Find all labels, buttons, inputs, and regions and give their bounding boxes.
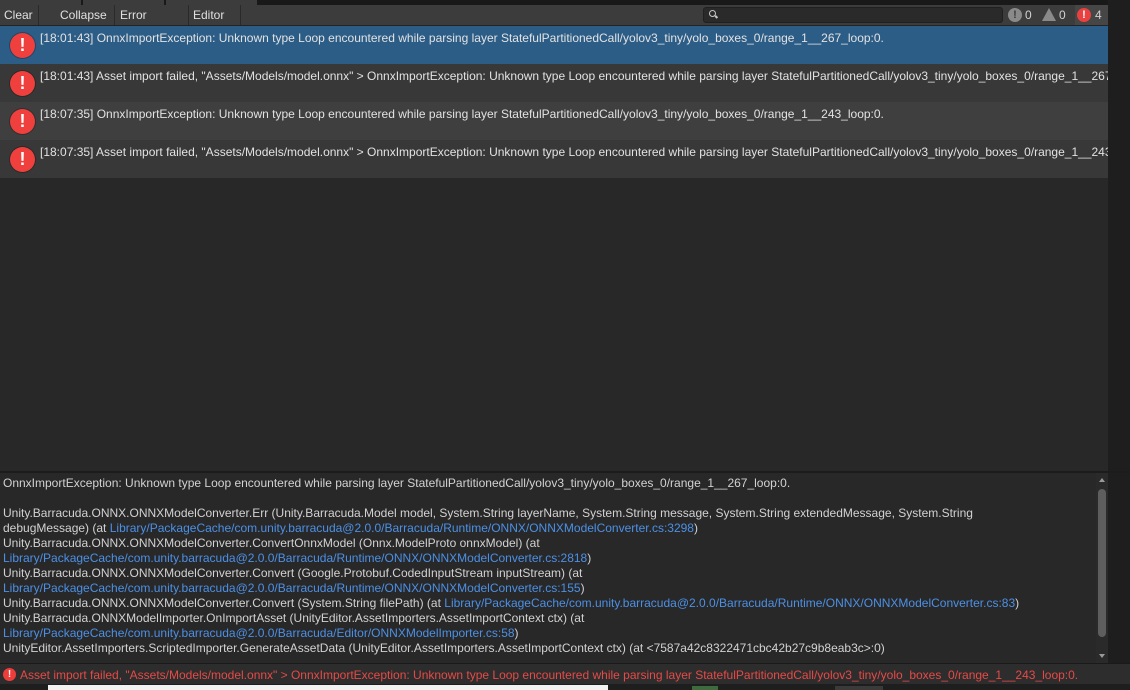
warning-count-toggle[interactable]: 0 (1042, 5, 1074, 25)
error-pause-button[interactable]: Error Pause (116, 5, 189, 42)
stack-trace-line: Unity.Barracuda.ONNX.ONNXModelConverter.… (3, 566, 583, 580)
log-entry-message: [18:07:35] OnnxImportException: Unknown … (40, 107, 884, 121)
search-input[interactable] (703, 7, 1003, 23)
warning-count: 0 (1059, 8, 1066, 22)
scrollbar-thumb[interactable] (1098, 489, 1106, 637)
log-entry[interactable]: [18:01:43] OnnxImportException: Unknown … (0, 26, 1108, 64)
editor-dropdown-label: Editor (193, 8, 225, 22)
stack-trace-panel: OnnxImportException: Unknown type Loop e… (0, 473, 1096, 663)
status-bar[interactable]: Asset import failed, "Assets/Models/mode… (0, 663, 1130, 684)
log-entry-message: [18:01:43] Asset import failed, "Assets/… (40, 69, 1108, 83)
error-icon (10, 71, 35, 96)
error-icon (3, 668, 16, 681)
info-count: 0 (1025, 8, 1032, 22)
collapse-button[interactable]: Collapse (56, 5, 115, 25)
info-count-toggle[interactable]: 0 (1008, 5, 1041, 25)
source-link[interactable]: Library/PackageCache/com.unity.barracuda… (3, 551, 587, 565)
stack-trace-line: UnityEditor.AssetImporters.ScriptedImpor… (3, 641, 885, 655)
stack-trace-line: Unity.Barracuda.ONNX.ONNXModelConverter.… (3, 536, 540, 550)
info-icon (1008, 8, 1022, 22)
stack-trace-text: Unity.Barracuda.ONNX.ONNXModelConverter.… (3, 596, 445, 610)
stack-trace-line: Unity.Barracuda.ONNX.ONNXModelConverter.… (3, 596, 1019, 610)
details-scrollbar[interactable] (1096, 473, 1108, 663)
taskbar-edge (0, 684, 1130, 690)
stack-trace-text: ) (580, 581, 585, 595)
status-message[interactable]: Asset import failed, "Assets/Models/mode… (20, 668, 1078, 682)
scroll-up-arrow-icon[interactable] (1099, 478, 1105, 482)
source-link[interactable]: Library/PackageCache/com.unity.barracuda… (444, 596, 1015, 610)
error-count: 4 (1095, 8, 1102, 22)
search-icon (709, 10, 716, 17)
error-icon (1077, 8, 1091, 22)
editor-dropdown[interactable]: Editor (189, 5, 241, 39)
taskbar-item[interactable] (48, 685, 608, 690)
stack-trace-line: debugMessage) (at Library/PackageCache/c… (3, 521, 698, 535)
log-list: [18:01:43] OnnxImportException: Unknown … (0, 26, 1108, 471)
stack-trace-line: Unity.Barracuda.ONNXModelImporter.OnImpo… (3, 611, 585, 625)
source-link[interactable]: Library/PackageCache/com.unity.barracuda… (3, 626, 515, 640)
stack-trace-line: Library/PackageCache/com.unity.barracuda… (3, 581, 585, 595)
error-count-toggle[interactable]: 4 (1075, 5, 1108, 25)
log-entry-message: [18:07:35] Asset import failed, "Assets/… (40, 145, 1108, 159)
stack-trace-text: ) (514, 626, 519, 640)
adjacent-panel-edge (1108, 0, 1130, 472)
stack-trace-line: Library/PackageCache/com.unity.barracuda… (3, 626, 519, 640)
error-icon (10, 147, 35, 172)
log-entry[interactable]: [18:07:35] Asset import failed, "Assets/… (0, 140, 1108, 178)
log-entry[interactable]: [18:01:43] Asset import failed, "Assets/… (0, 64, 1108, 102)
taskbar-item[interactable] (692, 686, 718, 690)
stack-trace-text: ) (1015, 596, 1020, 610)
source-link[interactable]: Library/PackageCache/com.unity.barracuda… (3, 581, 581, 595)
stack-trace-headline: OnnxImportException: Unknown type Loop e… (3, 476, 791, 490)
scroll-down-arrow-icon[interactable] (1099, 654, 1105, 658)
stack-trace-text: ) (693, 521, 698, 535)
stack-trace-text: debugMessage) (at (3, 521, 110, 535)
error-icon (10, 33, 35, 58)
stack-trace-text: ) (587, 551, 592, 565)
stack-trace-line: Unity.Barracuda.ONNX.ONNXModelConverter.… (3, 506, 973, 520)
adjacent-panel-edge (1108, 473, 1130, 663)
source-link[interactable]: Library/PackageCache/com.unity.barracuda… (110, 521, 694, 535)
taskbar-item[interactable] (835, 686, 883, 690)
stack-trace-line: Library/PackageCache/com.unity.barracuda… (3, 551, 591, 565)
error-icon (10, 109, 35, 134)
log-entry[interactable]: [18:07:35] OnnxImportException: Unknown … (0, 102, 1108, 140)
log-entry-message: [18:01:43] OnnxImportException: Unknown … (40, 31, 884, 45)
clear-button[interactable]: Clear (0, 5, 39, 25)
warning-icon (1042, 8, 1056, 21)
console-toolbar: Clear Collapse Error Pause Editor 0 0 4 (0, 5, 1108, 42)
